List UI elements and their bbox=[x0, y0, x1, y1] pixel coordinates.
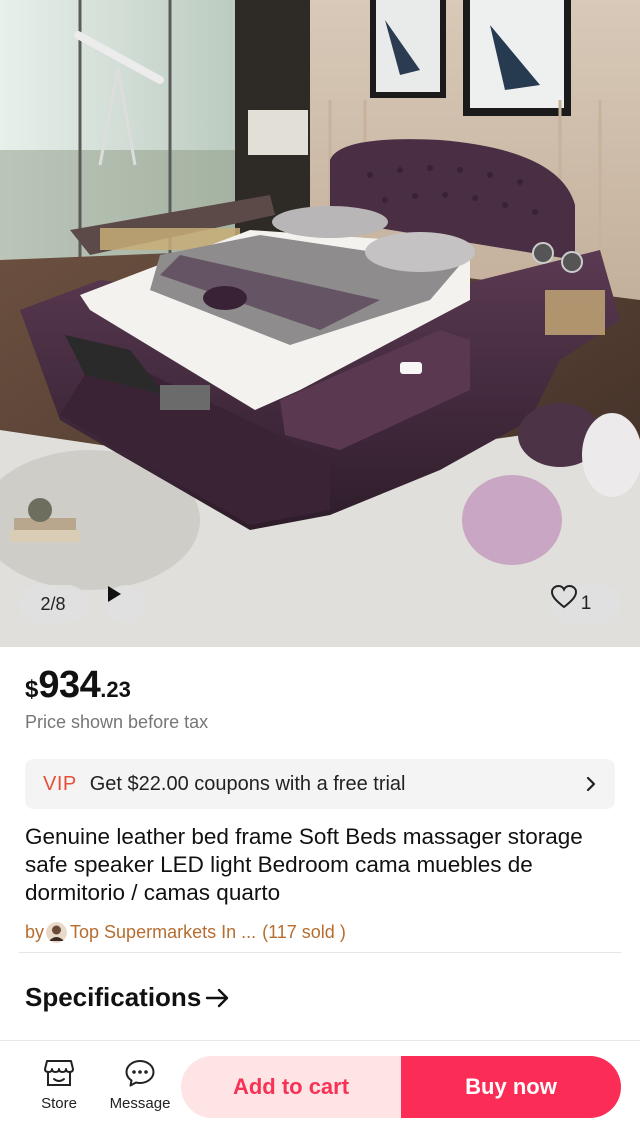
image-counter: 2/8 bbox=[19, 585, 87, 623]
vip-coupon-text: Get $22.00 coupons with a free trial bbox=[89, 772, 406, 795]
play-icon bbox=[108, 586, 121, 602]
divider bbox=[19, 952, 621, 953]
message-label: Message bbox=[109, 1095, 171, 1112]
specifications-link[interactable]: Specifications bbox=[25, 982, 231, 1013]
product-title: Genuine leather bed frame Soft Beds mass… bbox=[25, 824, 583, 905]
bottom-bar-separator bbox=[0, 1040, 640, 1041]
add-to-cart-button[interactable]: Add to cart bbox=[181, 1056, 401, 1118]
price-currency: $ bbox=[25, 676, 39, 703]
vip-coupon-banner[interactable]: VIP Get $22.00 coupons with a free trial bbox=[25, 759, 615, 809]
chevron-right-icon bbox=[586, 776, 596, 792]
buy-now-button[interactable]: Buy now bbox=[401, 1056, 621, 1118]
favorite-button[interactable]: 1 bbox=[551, 585, 621, 623]
bed-photo bbox=[0, 0, 640, 647]
arrow-right-icon bbox=[206, 988, 229, 1007]
seller-link[interactable]: by Top Supermarkets In ... (117 sold ) bbox=[25, 922, 346, 943]
specifications-label: Specifications bbox=[25, 982, 202, 1012]
seller-avatar bbox=[46, 922, 68, 943]
price: $ 934 .23 bbox=[25, 664, 131, 707]
price-decimal: .23 bbox=[100, 677, 131, 702]
price-tax-note: Price shown before tax bbox=[25, 712, 209, 732]
seller-by-label: by bbox=[25, 922, 45, 942]
message-button[interactable]: Message bbox=[105, 1058, 175, 1112]
store-label: Store bbox=[41, 1095, 77, 1112]
seller-sold-count: (117 sold ) bbox=[262, 922, 346, 942]
vip-tag: VIP bbox=[43, 772, 77, 795]
price-integer: 934 bbox=[38, 664, 101, 706]
play-video-button[interactable] bbox=[106, 585, 144, 623]
store-button[interactable]: Store bbox=[38, 1058, 80, 1112]
chat-bubble-icon bbox=[125, 1060, 155, 1087]
product-image[interactable]: 2/8 1 bbox=[0, 0, 640, 647]
seller-name: Top Supermarkets In ... bbox=[70, 922, 257, 942]
heart-icon bbox=[551, 585, 577, 609]
favorite-count: 1 bbox=[580, 593, 592, 614]
store-icon bbox=[44, 1060, 74, 1086]
